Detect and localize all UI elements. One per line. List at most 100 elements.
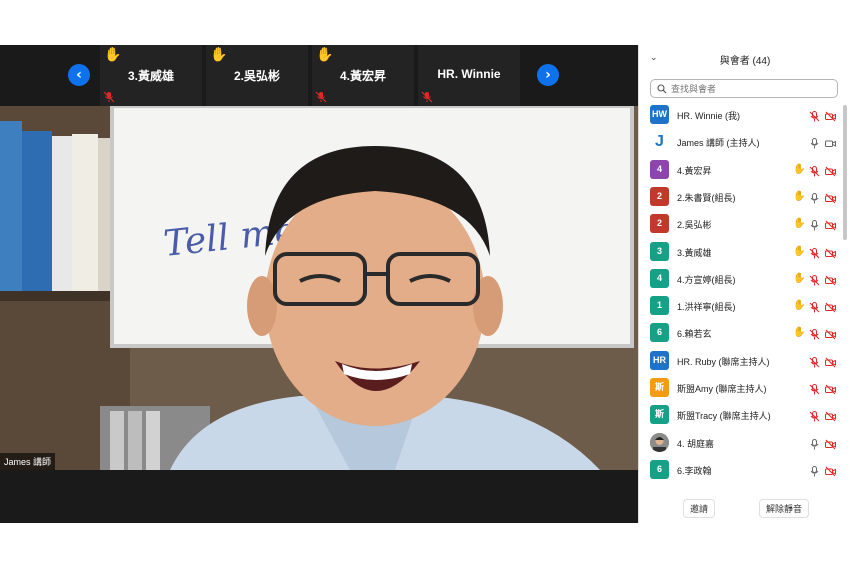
camera-off-icon[interactable] <box>825 218 836 231</box>
mic-muted-icon[interactable] <box>809 355 820 368</box>
camera-off-icon[interactable] <box>825 437 836 449</box>
video-tile[interactable]: ✋ 2.吳弘彬 <box>206 45 308 106</box>
participant-name: 2.吳弘彬 <box>677 220 712 231</box>
camera-off-icon[interactable] <box>825 191 836 204</box>
participant-row[interactable]: 4 4.方宣婷(組長) ✋ <box>639 265 844 292</box>
camera-off-icon[interactable] <box>825 246 836 258</box>
participant-name: 4.方宣婷(組長) <box>677 274 736 285</box>
mic-muted-icon[interactable] <box>809 300 820 313</box>
search-box[interactable] <box>650 79 838 98</box>
avatar: 斯 <box>650 378 669 397</box>
mic-muted-icon[interactable] <box>809 246 820 258</box>
mic-muted-icon[interactable] <box>809 327 820 340</box>
raised-hand-icon: ✋ <box>793 190 806 202</box>
panel-header: ⌄ 與會者 (44) <box>639 45 850 73</box>
camera-off-icon[interactable] <box>825 164 836 176</box>
raised-hand-icon: ✋ <box>104 46 122 62</box>
mic-icon[interactable] <box>809 191 820 204</box>
avatar: 4 <box>650 159 669 179</box>
video-tile[interactable]: ✋ 3.黃威雄 <box>100 45 202 106</box>
scrollbar[interactable] <box>843 105 847 240</box>
avatar: 2 <box>650 214 669 234</box>
mic-muted-icon[interactable] <box>809 409 820 422</box>
participant-name: 1.洪祥寧(組長) <box>677 302 736 313</box>
mic-muted-icon[interactable] <box>809 382 820 395</box>
participant-row[interactable]: 4. 胡庭嘉 <box>639 429 844 456</box>
raised-hand-icon: ✋ <box>793 218 806 230</box>
meeting-window: ‹ ✋ 3.黃威雄 ✋ 2.吳弘彬 ✋ 4.黃宏昇 HR. Winnie › T… <box>0 45 850 523</box>
participant-row[interactable]: 4 4.黃宏昇 ✋ <box>639 156 844 183</box>
chevron-right-icon[interactable]: › <box>537 64 559 86</box>
raised-hand-icon: ✋ <box>793 272 806 284</box>
participant-row[interactable]: J James 講師 (主持人) <box>639 128 844 155</box>
mic-muted-icon <box>421 91 433 103</box>
participant-row[interactable]: 2 2.吳弘彬 ✋ <box>639 210 844 237</box>
participant-name: 4.黃宏昇 <box>677 165 712 176</box>
mic-muted-icon <box>315 91 327 103</box>
mic-icon[interactable] <box>809 218 820 231</box>
search-input[interactable] <box>671 82 831 95</box>
mic-icon[interactable] <box>809 136 820 149</box>
camera-off-icon[interactable] <box>825 109 836 122</box>
participant-row[interactable]: 斯斯盟Amy (聯席主持人) <box>639 374 844 401</box>
video-tile[interactable]: ✋ 4.黃宏昇 <box>312 45 414 106</box>
camera-off-icon[interactable] <box>825 464 836 477</box>
mic-icon[interactable] <box>809 437 820 450</box>
participant-row[interactable]: 3 3.黃威雄 ✋ <box>639 238 844 265</box>
participant-list: HW HR. Winnie (我) J James 講師 (主持人) 4 4.黃宏昇 ✋ 2 2… <box>639 101 850 489</box>
participant-name: 斯盟Tracy (聯席主持人) <box>677 411 771 422</box>
panel-title: 與會者 (44) <box>719 56 771 67</box>
panel-footer: 邀請 解除靜音 <box>639 489 850 523</box>
participant-name: HR. Winnie (我) <box>677 111 741 121</box>
participant-row[interactable]: HW HR. Winnie (我) <box>639 101 844 128</box>
video-area: ‹ ✋ 3.黃威雄 ✋ 2.吳弘彬 ✋ 4.黃宏昇 HR. Winnie › T… <box>0 45 638 523</box>
participant-name: James 講師 (主持人) <box>677 138 760 149</box>
video-tile[interactable]: HR. Winnie <box>418 45 520 106</box>
participant-row[interactable]: 1 1.洪祥寧(組長) ✋ <box>639 292 844 319</box>
tile-name: 2.吳弘彬 <box>233 69 280 83</box>
camera-off-icon[interactable] <box>825 327 836 340</box>
participant-name: 斯盟Amy (聯席主持人) <box>677 384 767 394</box>
chevron-left-icon[interactable]: ‹ <box>68 64 90 86</box>
participant-row[interactable]: 6 6.賴若玄 ✋ <box>639 319 844 346</box>
unmute-all-button[interactable]: 解除靜音 <box>759 499 810 518</box>
mic-muted-icon <box>103 91 115 103</box>
participant-row[interactable]: 斯斯盟Tracy (聯席主持人) <box>639 401 844 428</box>
tile-name: HR. Winnie <box>437 67 501 81</box>
participant-row[interactable]: HR HR. Ruby (聯席主持人) <box>639 347 844 374</box>
avatar: 斯 <box>650 405 669 425</box>
tile-name: 4.黃宏昇 <box>339 69 386 83</box>
camera-off-icon[interactable] <box>825 382 836 395</box>
camera-off-icon[interactable] <box>825 300 836 313</box>
participant-name: 6.李政翰 <box>677 465 712 476</box>
participants-panel: ⌄ 與會者 (44) HW HR. Winnie (我) J James 講師 (主持… <box>638 45 850 523</box>
participant-name: HR. Ruby (聯席主持人) <box>677 356 770 367</box>
avatar: J <box>650 132 669 152</box>
raised-hand-icon: ✋ <box>793 163 806 175</box>
mic-muted-icon[interactable] <box>809 164 820 177</box>
speaker-name-label: James 講師 <box>0 453 56 470</box>
raised-hand-icon: ✋ <box>793 245 806 257</box>
participant-row[interactable]: 2 2.朱書賢(組長) ✋ <box>639 183 844 210</box>
participant-name: 2.朱書賢(組長) <box>677 192 736 203</box>
camera-off-icon[interactable] <box>825 409 836 422</box>
avatar: HR <box>650 350 669 370</box>
search-icon <box>657 84 667 94</box>
avatar: 1 <box>650 296 669 316</box>
mic-icon[interactable] <box>809 464 820 477</box>
bottom-bar <box>0 470 638 523</box>
avatar <box>650 432 669 452</box>
active-speaker-video: Tell me more James 講師 <box>0 106 638 470</box>
mic-muted-icon[interactable] <box>809 109 820 122</box>
raised-hand-icon: ✋ <box>793 327 806 339</box>
participant-row[interactable]: 6 6.李政翰 <box>639 456 844 483</box>
invite-button[interactable]: 邀請 <box>683 499 716 518</box>
raised-hand-icon: ✋ <box>793 300 806 312</box>
avatar: HW <box>650 105 669 124</box>
camera-off-icon[interactable] <box>825 273 836 286</box>
avatar: 6 <box>650 323 669 343</box>
mic-muted-icon[interactable] <box>809 273 820 286</box>
camera-icon[interactable] <box>825 136 836 148</box>
avatar: 4 <box>650 268 669 288</box>
camera-off-icon[interactable] <box>825 355 836 368</box>
